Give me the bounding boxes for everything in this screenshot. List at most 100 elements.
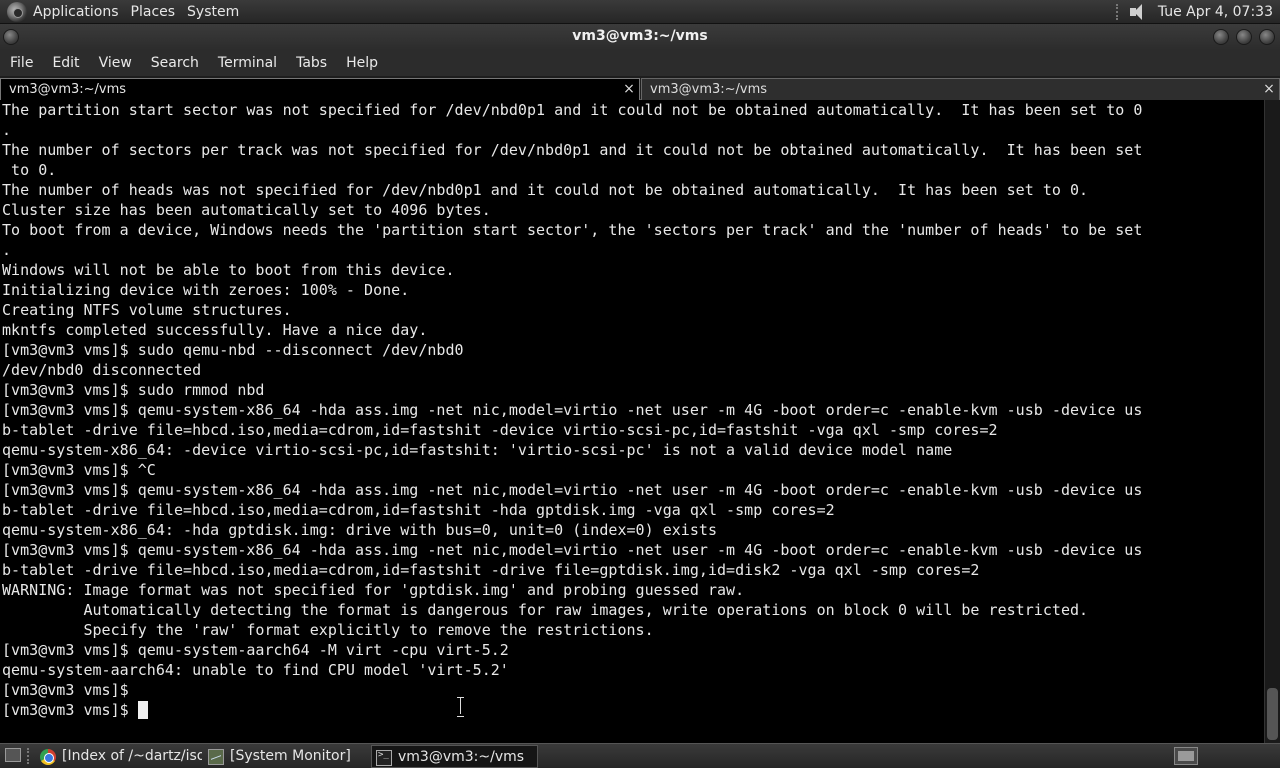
terminal-line-text: b-tablet -drive file=hbcd.iso,media=cdro… <box>2 561 980 579</box>
terminal-line: [vm3@vm3 vms]$ sudo qemu-nbd --disconnec… <box>2 340 1264 360</box>
terminal-line: qemu-system-x86_64: -device virtio-scsi-… <box>2 440 1264 460</box>
terminal-line: [vm3@vm3 vms]$ qemu-system-x86_64 -hda a… <box>2 540 1264 560</box>
menu-search[interactable]: Search <box>141 55 208 71</box>
terminal-line-text: qemu-system-aarch64: unable to find CPU … <box>2 661 509 679</box>
taskbar-item-system-monitor[interactable]: [System Monitor] <box>204 745 370 768</box>
maximize-button[interactable] <box>1236 29 1252 45</box>
terminal-line-text: [vm3@vm3 vms]$ qemu-system-x86_64 -hda a… <box>2 481 1143 499</box>
terminal-line-text: [vm3@vm3 vms]$ <box>2 701 138 719</box>
terminal-line: [vm3@vm3 vms]$ qemu-system-x86_64 -hda a… <box>2 480 1264 500</box>
terminal-line: . <box>2 240 1264 260</box>
terminal-line: To boot from a device, Windows needs the… <box>2 220 1264 240</box>
terminal-line-text: b-tablet -drive file=hbcd.iso,media=cdro… <box>2 501 835 519</box>
menu-edit[interactable]: Edit <box>42 55 88 71</box>
terminal-line-text: qemu-system-x86_64: -device virtio-scsi-… <box>2 441 953 459</box>
terminal-line: Initializing device with zeroes: 100% - … <box>2 280 1264 300</box>
terminal-line-text: [vm3@vm3 vms]$ sudo rmmod nbd <box>2 381 265 399</box>
terminal-line: [vm3@vm3 vms]$ sudo rmmod nbd <box>2 380 1264 400</box>
clock[interactable]: Tue Apr 4, 07:33 <box>1158 4 1273 20</box>
terminal-scrollbar[interactable] <box>1264 100 1280 743</box>
terminal-line: /dev/nbd0 disconnected <box>2 360 1264 380</box>
bottom-panel: [Index of /~dartz/iso... [System Monitor… <box>0 743 1280 768</box>
terminal-line-text: Specify the 'raw' format explicitly to r… <box>2 621 654 639</box>
terminal-line-text: Initializing device with zeroes: 100% - … <box>2 281 410 299</box>
terminal-line: The number of heads was not specified fo… <box>2 180 1264 200</box>
terminal-line: Creating NTFS volume structures. <box>2 300 1264 320</box>
taskbar-item-browser[interactable]: [Index of /~dartz/iso... <box>36 745 202 768</box>
terminal-line: [vm3@vm3 vms]$ <box>2 700 1264 720</box>
terminal-line: b-tablet -drive file=hbcd.iso,media=cdro… <box>2 560 1264 580</box>
terminal-line-text: [vm3@vm3 vms]$ qemu-system-aarch64 -M vi… <box>2 641 509 659</box>
menu-help[interactable]: Help <box>336 55 387 71</box>
close-tab-icon[interactable]: × <box>1262 82 1276 96</box>
menu-view[interactable]: View <box>89 55 141 71</box>
terminal-line-text: The partition start sector was not speci… <box>2 101 1143 119</box>
terminal-line: . <box>2 120 1264 140</box>
terminal-line: Specify the 'raw' format explicitly to r… <box>2 620 1264 640</box>
window-titlebar[interactable]: vm3@vm3:~/vms <box>0 24 1280 50</box>
terminal-icon <box>376 750 392 766</box>
terminal-line-text: . <box>2 121 12 139</box>
terminal-line-text: . <box>2 241 12 259</box>
terminal-line-text: [vm3@vm3 vms]$ qemu-system-x86_64 -hda a… <box>2 401 1143 419</box>
terminal-line: The partition start sector was not speci… <box>2 100 1264 120</box>
scrollbar-thumb[interactable] <box>1267 688 1278 740</box>
gnome-foot-icon[interactable] <box>7 1 27 22</box>
terminal-line-text: [vm3@vm3 vms]$ qemu-system-x86_64 -hda a… <box>2 541 1143 559</box>
terminal-line-text: to 0. <box>2 161 57 179</box>
minimize-button[interactable] <box>1213 29 1229 45</box>
places-menu[interactable]: Places <box>131 4 184 20</box>
system-menu[interactable]: System <box>187 4 247 20</box>
terminal-line-text: /dev/nbd0 disconnected <box>2 361 202 379</box>
tab-bar: vm3@vm3:~/vms × vm3@vm3:~/vms × <box>0 76 1280 100</box>
terminal-line-text: Windows will not be able to boot from th… <box>2 261 455 279</box>
terminal-line: to 0. <box>2 160 1264 180</box>
terminal-line-text: WARNING: Image format was not specified … <box>2 581 745 599</box>
close-window-button[interactable] <box>1259 29 1275 45</box>
terminal-line-text: [vm3@vm3 vms]$ ^C <box>2 461 156 479</box>
window-title: vm3@vm3:~/vms <box>572 28 708 44</box>
taskbar-item-label: [Index of /~dartz/iso... <box>62 748 202 764</box>
taskbar-item-label: [System Monitor] <box>230 748 351 764</box>
terminal-line-text: [vm3@vm3 vms]$ sudo qemu-nbd --disconnec… <box>2 341 464 359</box>
menu-file[interactable]: File <box>0 55 42 71</box>
system-monitor-icon <box>208 749 224 765</box>
terminal-line: qemu-system-x86_64: -hda gptdisk.img: dr… <box>2 520 1264 540</box>
terminal-line-text: Cluster size has been automatically set … <box>2 201 491 219</box>
tab-terminal-2[interactable]: vm3@vm3:~/vms × <box>641 78 1280 100</box>
volume-icon[interactable] <box>1128 2 1150 22</box>
taskbar-item-label: vm3@vm3:~/vms <box>398 749 525 765</box>
terminal-line: The number of sectors per track was not … <box>2 140 1264 160</box>
terminal-line-text: To boot from a device, Windows needs the… <box>2 221 1143 239</box>
tab-terminal-1[interactable]: vm3@vm3:~/vms × <box>0 78 640 100</box>
terminal-line-text: Creating NTFS volume structures. <box>2 301 292 319</box>
terminal-line: Automatically detecting the format is da… <box>2 600 1264 620</box>
close-tab-icon[interactable]: × <box>622 82 636 96</box>
menu-tabs[interactable]: Tabs <box>286 55 336 71</box>
menu-terminal[interactable]: Terminal <box>208 55 286 71</box>
menubar: File Edit View Search Terminal Tabs Help <box>0 50 1280 76</box>
taskbar-item-terminal[interactable]: vm3@vm3:~/vms <box>371 745 538 768</box>
terminal-line: Windows will not be able to boot from th… <box>2 260 1264 280</box>
top-panel: Applications Places System Tue Apr 4, 07… <box>0 0 1280 24</box>
terminal-line: mkntfs completed successfully. Have a ni… <box>2 320 1264 340</box>
applications-menu[interactable]: Applications <box>33 4 127 20</box>
terminal-line: [vm3@vm3 vms]$ ^C <box>2 460 1264 480</box>
terminal-line-text: mkntfs completed successfully. Have a ni… <box>2 321 428 339</box>
terminal-line: [vm3@vm3 vms]$ qemu-system-aarch64 -M vi… <box>2 640 1264 660</box>
terminal-line: qemu-system-aarch64: unable to find CPU … <box>2 660 1264 680</box>
show-desktop-icon[interactable] <box>5 748 21 762</box>
terminal-line-text: qemu-system-x86_64: -hda gptdisk.img: dr… <box>2 521 718 539</box>
terminal-output[interactable]: The partition start sector was not speci… <box>0 100 1264 743</box>
terminal-line: Cluster size has been automatically set … <box>2 200 1264 220</box>
tab-label: vm3@vm3:~/vms <box>650 82 768 97</box>
workspace-switcher-icon[interactable] <box>1174 747 1198 765</box>
terminal-line: b-tablet -drive file=hbcd.iso,media=cdro… <box>2 420 1264 440</box>
terminal-line-text: [vm3@vm3 vms]$ <box>2 681 138 699</box>
terminal-text: The partition start sector was not speci… <box>0 100 1264 720</box>
terminal-line: [vm3@vm3 vms]$ <box>2 680 1264 700</box>
tab-label: vm3@vm3:~/vms <box>9 82 127 97</box>
mouse-ibeam-cursor-icon <box>456 697 464 717</box>
terminal-line: WARNING: Image format was not specified … <box>2 580 1264 600</box>
terminal-line-text: The number of sectors per track was not … <box>2 141 1143 159</box>
